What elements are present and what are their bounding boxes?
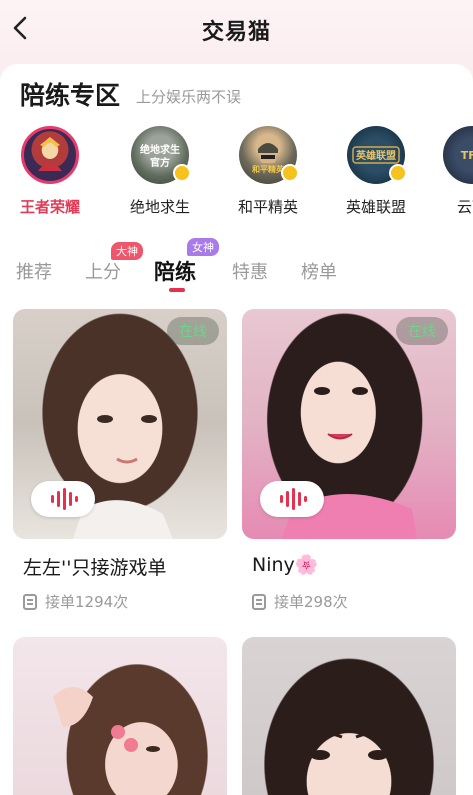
svg-text:官方: 官方 xyxy=(150,156,170,169)
tab-tag-badge: 女神 xyxy=(187,238,219,256)
game-label: 王者荣耀 xyxy=(19,198,80,216)
verified-badge-icon xyxy=(281,164,299,182)
tft-icon: TFT xyxy=(443,126,473,184)
svg-text:英雄联盟: 英雄联盟 xyxy=(355,149,396,162)
voice-wave-icon xyxy=(280,488,307,510)
game-label: 云顶 xyxy=(456,198,473,216)
player-photo: 在线 xyxy=(13,309,227,539)
game-label: 和平精英 xyxy=(237,198,298,216)
player-orders: 接单1294次 xyxy=(23,591,128,612)
page-title: 交易猫 xyxy=(201,20,271,45)
tab-tag-badge: 大神 xyxy=(111,242,143,260)
svg-text:绝地求生: 绝地求生 xyxy=(140,143,180,156)
peace-elite-icon: 和平精英 xyxy=(239,126,299,184)
game-item-peace-elite[interactable]: 和平精英 和平精英 xyxy=(218,126,318,217)
league-of-legends-icon: 英雄联盟 xyxy=(347,126,407,184)
tab-companion[interactable]: 陪练 xyxy=(154,256,196,286)
online-status-badge: 在线 xyxy=(167,317,219,345)
player-name: Niny🌸 xyxy=(252,554,319,576)
player-orders: 接单298次 xyxy=(252,591,348,612)
player-photo xyxy=(13,637,227,795)
game-selector: 王者荣耀 绝地求生 官方 绝地求生 和平精英 和平精英 英雄联盟 英雄联盟 TF… xyxy=(0,126,473,226)
online-status-badge: 在线 xyxy=(396,317,448,345)
player-card[interactable]: 在线 左左''只接游戏单 接单1294次 xyxy=(13,309,227,619)
honor-of-kings-icon xyxy=(21,126,79,184)
order-list-icon xyxy=(252,593,266,610)
pubg-icon: 绝地求生 官方 xyxy=(131,126,191,184)
player-photo xyxy=(242,637,456,795)
verified-badge-icon xyxy=(389,164,407,182)
tab-leaderboard[interactable]: 榜单 xyxy=(301,258,337,284)
game-item-league-of-legends[interactable]: 英雄联盟 英雄联盟 xyxy=(326,126,426,217)
voice-intro-button[interactable] xyxy=(31,481,95,517)
game-label: 英雄联盟 xyxy=(345,198,406,216)
section-title: 陪练专区 xyxy=(20,81,121,110)
tab-recommend[interactable]: 推荐 xyxy=(16,258,52,284)
player-card[interactable]: 在线 Niny🌸 接单298次 xyxy=(242,309,456,619)
voice-wave-icon xyxy=(51,488,78,510)
game-item-pubg[interactable]: 绝地求生 官方 绝地求生 xyxy=(110,126,210,217)
top-bar: 交易猫 xyxy=(0,0,473,58)
player-photo: 在线 xyxy=(242,309,456,539)
category-tabs: 推荐 上分 大神 陪练 女神 特惠 榜单 xyxy=(0,236,473,296)
section-subtitle: 上分娱乐两不误 xyxy=(136,88,242,106)
player-card[interactable] xyxy=(13,637,227,795)
voice-intro-button[interactable] xyxy=(260,481,324,517)
game-item-tft[interactable]: TFT 云顶 xyxy=(422,126,473,217)
player-name: 左左''只接游戏单 xyxy=(23,557,167,579)
player-card[interactable] xyxy=(242,637,456,795)
tab-active-indicator xyxy=(169,288,185,292)
tab-rank-up[interactable]: 上分 xyxy=(85,258,121,284)
tab-discount[interactable]: 特惠 xyxy=(232,258,268,284)
order-count: 接单1294次 xyxy=(45,593,129,611)
game-item-honor-of-kings[interactable]: 王者荣耀 xyxy=(0,126,100,217)
verified-badge-icon xyxy=(173,164,191,182)
game-label: 绝地求生 xyxy=(129,198,190,216)
order-list-icon xyxy=(23,593,37,610)
svg-text:TFT: TFT xyxy=(461,149,473,162)
order-count: 接单298次 xyxy=(274,593,348,611)
